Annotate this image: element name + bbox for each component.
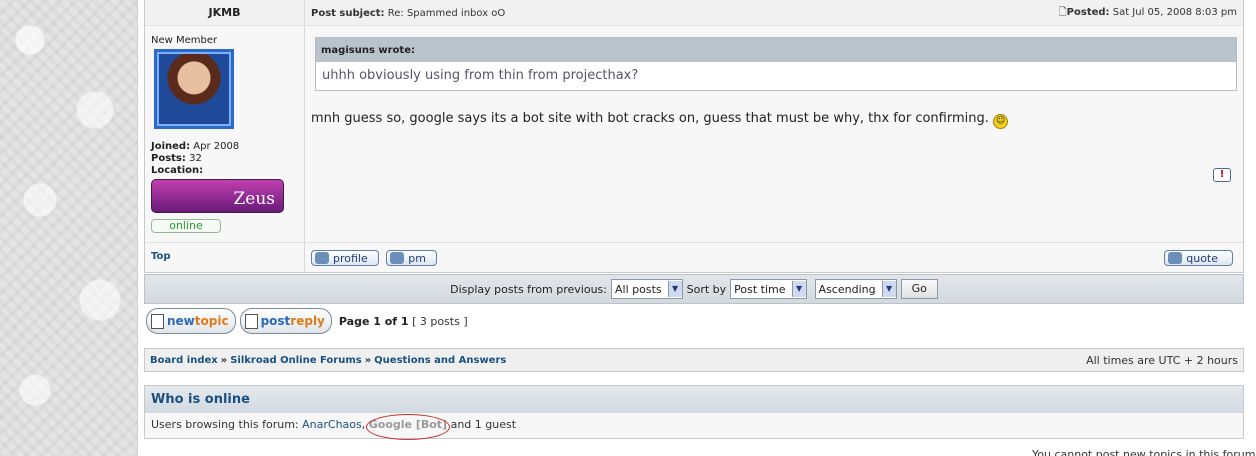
highlight-circle	[366, 414, 450, 440]
breadcrumb: Board index» Silkroad Online Forums» Quest…	[144, 348, 1244, 372]
post-subject: Post subject: Re: Spammed inbox oO	[311, 8, 505, 19]
main-content: JKMB Post subject: Re: Spammed inbox oO …	[144, 0, 1244, 440]
online-user-link[interactable]: AnarChaos	[302, 418, 362, 431]
sort-by-select[interactable]: Post time ▼	[730, 279, 807, 299]
quote-label: quote	[1186, 251, 1218, 265]
post-date: 🗋Posted: Sat Jul 05, 2008 8:03 pm	[1059, 5, 1237, 22]
quote-text: uhhh obviously using from thin from proj…	[316, 62, 1236, 90]
post-reply-label-a: post	[260, 314, 291, 328]
joined-value: Apr 2008	[193, 141, 240, 152]
message-text: mnh guess so, google says its a bot site…	[311, 111, 989, 126]
post-reply-button[interactable]: post reply	[239, 308, 332, 334]
post-icon[interactable]: 🗋	[1059, 7, 1067, 18]
profile-icon	[315, 252, 329, 264]
permissions-note: You cannot post new topics in this forum	[1032, 448, 1256, 456]
breadcrumb-forum[interactable]: Silkroad Online Forums	[230, 355, 361, 366]
post-buttons: profile pm quote	[305, 243, 1243, 272]
sort-select-value: Post time	[734, 282, 786, 296]
subject-label: Post subject:	[311, 7, 385, 19]
post-content: magisuns wrote: uhhh obviously using fro…	[305, 26, 1243, 242]
order-select-value: Ascending	[818, 282, 876, 296]
chevron-down-icon: ▼	[881, 281, 896, 297]
post-count: [ 3 posts ]	[412, 314, 468, 328]
report-post-icon[interactable]: !	[1213, 168, 1231, 182]
who-is-online-title: Who is online	[145, 386, 1243, 413]
breadcrumb-sep: »	[364, 354, 372, 366]
posted-date: Sat Jul 05, 2008 8:03 pm	[1112, 6, 1237, 18]
new-topic-button[interactable]: new topic	[146, 308, 236, 334]
breadcrumb-sep: »	[220, 354, 228, 366]
pm-label: pm	[408, 251, 426, 265]
online-status-badge: online	[151, 219, 221, 233]
new-topic-label-b: topic	[194, 314, 229, 328]
who-suffix: and 1 guest	[450, 418, 517, 431]
who-prefix: Users browsing this forum:	[151, 418, 299, 431]
chevron-down-icon: ▼	[791, 281, 806, 297]
document-icon	[151, 313, 164, 329]
sort-order-select[interactable]: Ascending ▼	[814, 279, 897, 299]
who-is-online-list: Users browsing this forum: AnarChaos, Go…	[145, 413, 1243, 440]
chevron-down-icon: ▼	[667, 281, 682, 297]
who-is-online-panel: Who is online Users browsing this forum:…	[144, 385, 1244, 440]
user-rank: New Member	[151, 35, 218, 46]
server-badge-image: Zeus	[151, 179, 284, 213]
post-author[interactable]: JKMB	[145, 0, 305, 25]
breadcrumb-links: Board index» Silkroad Online Forums» Quest…	[150, 355, 506, 366]
quote-icon	[1168, 252, 1183, 264]
posts-label: Posts:	[151, 153, 186, 164]
new-topic-label-a: new	[167, 314, 195, 328]
quote-block: magisuns wrote: uhhh obviously using fro…	[315, 37, 1237, 91]
breadcrumb-subforum[interactable]: Questions and Answers	[374, 355, 506, 366]
post: JKMB Post subject: Re: Spammed inbox oO …	[144, 0, 1244, 273]
post-message: mnh guess so, google says its a bot site…	[311, 111, 1237, 129]
top-link[interactable]: Top	[145, 243, 304, 270]
post-body-row: New Member Joined: Apr 2008 Posts: 32 Lo…	[145, 26, 1243, 242]
posts-value: 32	[189, 153, 202, 164]
pagination-info: Page 1 of 1 [ 3 posts ]	[339, 315, 468, 328]
author-profile: New Member Joined: Apr 2008 Posts: 32 Lo…	[145, 26, 305, 242]
go-button[interactable]: Go	[900, 279, 938, 299]
timezone-note: All times are UTC + 2 hours	[1086, 353, 1238, 367]
display-select-value: All posts	[615, 282, 662, 296]
display-options-bar: Display posts from previous: All posts ▼ …	[144, 274, 1244, 304]
pm-button[interactable]: pm	[386, 250, 437, 266]
pm-icon	[390, 252, 405, 264]
quote-button[interactable]: quote	[1164, 250, 1233, 266]
page-label: Page 1 of 1	[338, 314, 409, 328]
avatar	[154, 49, 234, 129]
post-footer: Top profile pm quote	[145, 242, 1243, 272]
profile-button[interactable]: profile	[311, 250, 379, 266]
document-icon	[244, 313, 258, 329]
posted-label: Posted:	[1066, 6, 1110, 18]
topic-actions: new topic post reply Page 1 of 1 [ 3 posts…	[144, 304, 1244, 338]
location-label: Location:	[151, 165, 204, 176]
breadcrumb-board-index[interactable]: Board index	[150, 355, 218, 366]
joined-label: Joined:	[151, 141, 191, 152]
post-reply-label-b: reply	[290, 314, 325, 328]
quote-author: magisuns wrote:	[316, 38, 1236, 62]
display-posts-select[interactable]: All posts ▼	[611, 279, 683, 299]
background-pattern	[0, 0, 138, 456]
post-subject-bar: Post subject: Re: Spammed inbox oO 🗋Post…	[305, 0, 1243, 26]
profile-details: Joined: Apr 2008 Posts: 32 Location:	[151, 141, 298, 177]
subject-text: Re: Spammed inbox oO	[387, 7, 506, 19]
post-header: JKMB Post subject: Re: Spammed inbox oO …	[145, 0, 1243, 26]
profile-label: profile	[333, 251, 368, 265]
display-label: Display posts from previous:	[450, 282, 607, 296]
smiley-icon: ☺	[993, 114, 1009, 129]
sort-label: Sort by	[686, 282, 727, 296]
